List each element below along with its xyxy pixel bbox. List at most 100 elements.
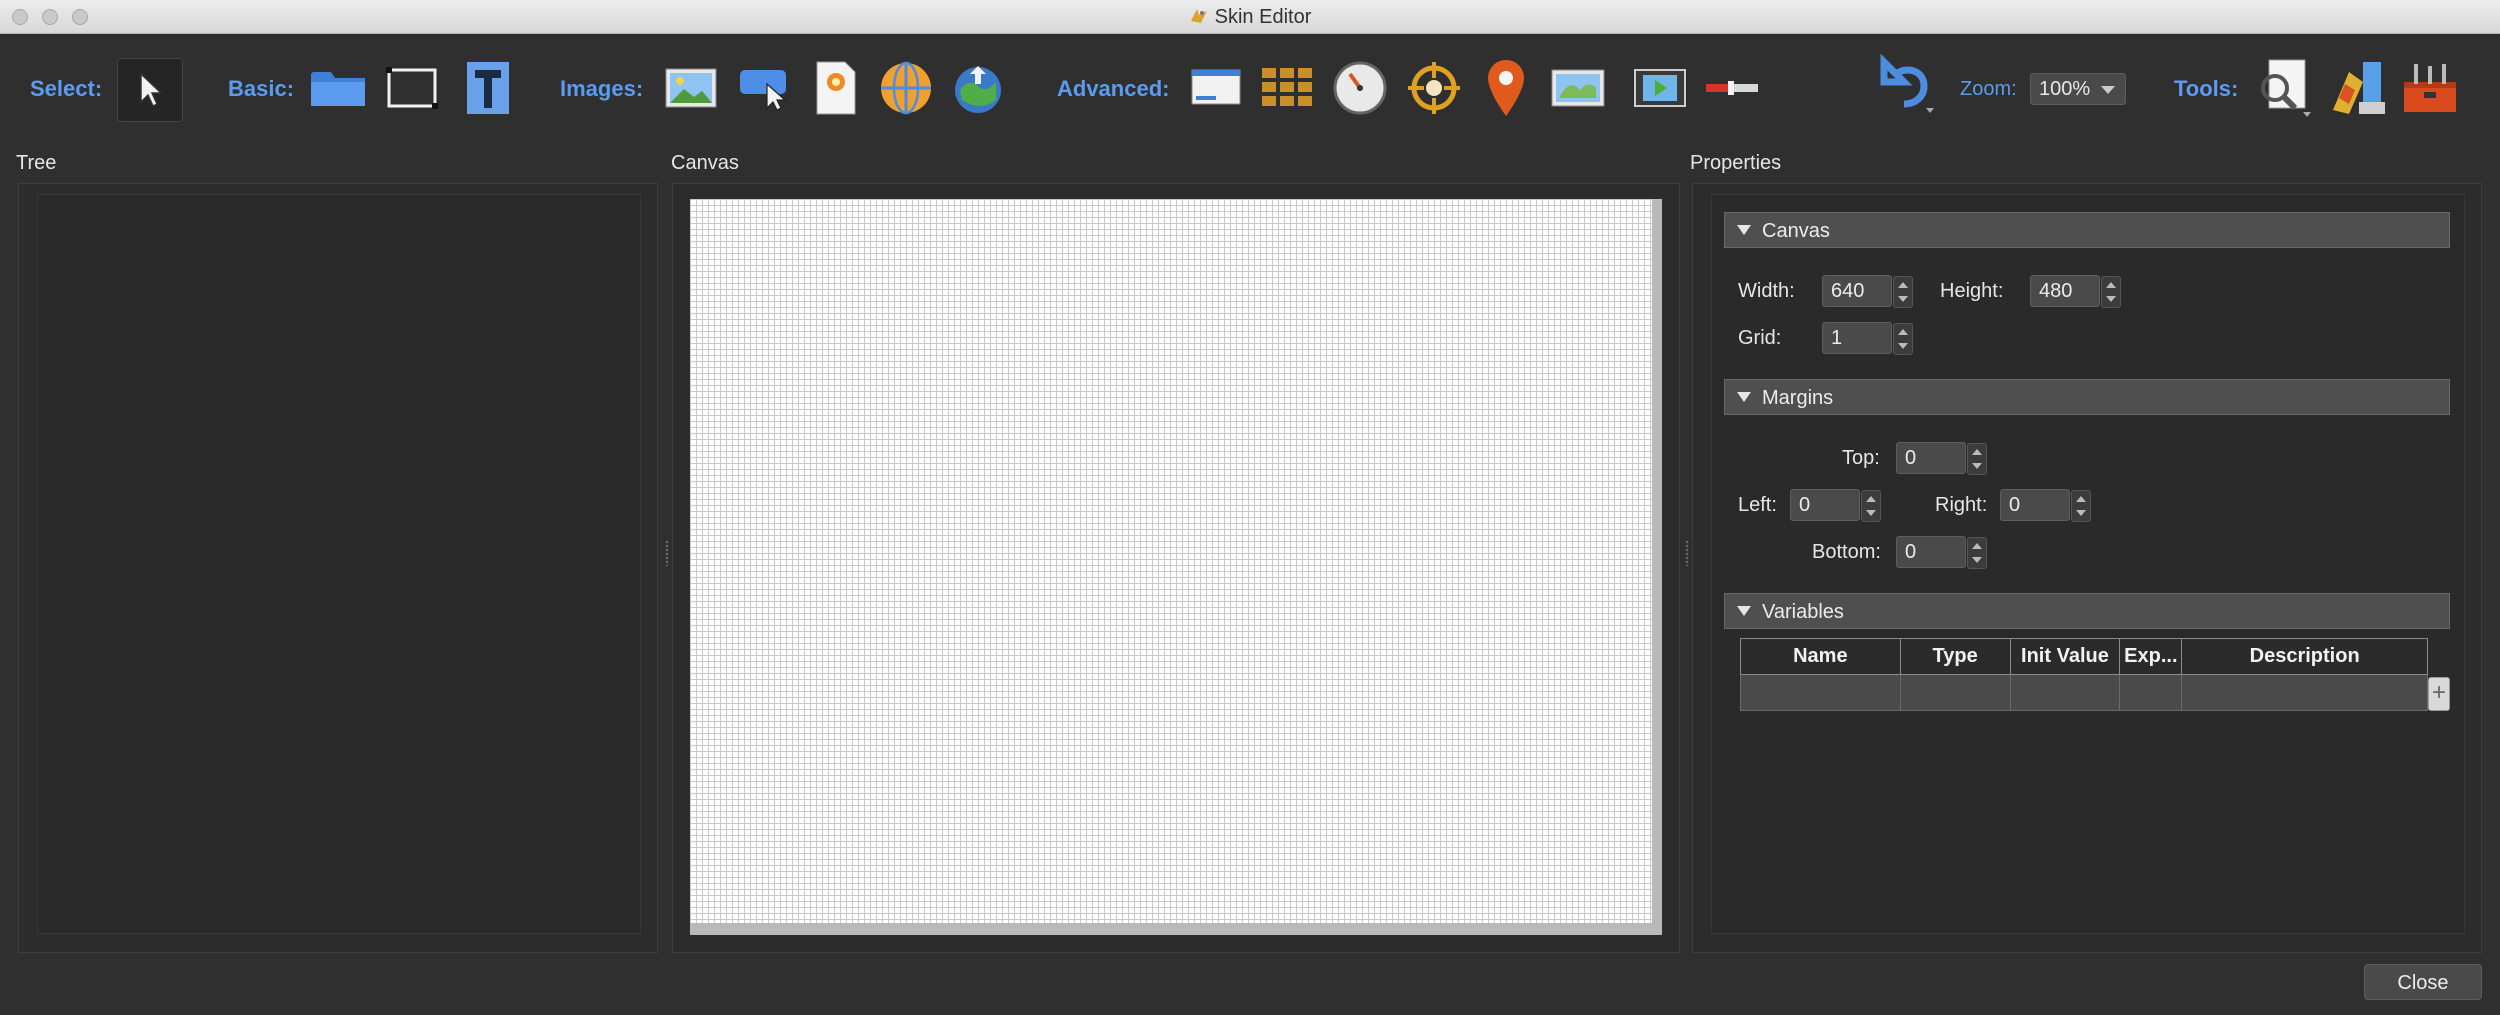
triangle-down-icon [1737, 606, 1751, 616]
height-field[interactable]: 480 [2030, 275, 2121, 308]
image-button-tool-button[interactable] [734, 58, 794, 118]
arrow-down-icon [1866, 510, 1876, 516]
images-label: Images: [560, 76, 644, 101]
gauge-tool-button[interactable] [1330, 58, 1390, 118]
scrollbar-icon [1706, 81, 1758, 95]
grid-icon [1262, 68, 1312, 106]
column-header-description[interactable]: Description [2181, 638, 2428, 675]
table-cell[interactable] [2119, 674, 2183, 711]
window-tool-button[interactable] [1186, 58, 1246, 118]
map-pin-tool-button[interactable] [1476, 58, 1536, 118]
select-tool-button[interactable] [117, 58, 183, 122]
add-variable-button[interactable]: + [2428, 677, 2450, 711]
image-tool-button[interactable] [661, 58, 721, 118]
tree-panel-title: Tree [16, 152, 57, 174]
arrow-up-icon [2076, 496, 2086, 502]
arrow-up-icon [1972, 543, 1982, 549]
zoom-select[interactable]: 100% [2030, 73, 2126, 105]
advanced-label: Advanced: [1057, 76, 1170, 101]
right-margin-field[interactable]: 0 [2000, 489, 2091, 522]
arrow-down-icon [1898, 296, 1908, 302]
table-cell[interactable] [1899, 674, 2011, 711]
table-cell[interactable] [1740, 674, 1901, 711]
height-value: 480 [2039, 280, 2073, 302]
arrow-up-icon [1898, 329, 1908, 335]
column-header-exp[interactable]: Exp... [2119, 638, 2183, 675]
variables-section-header[interactable]: Variables [1724, 593, 2450, 629]
crosshair-tool-button[interactable] [1404, 58, 1464, 118]
undo-button[interactable] [1880, 53, 1940, 114]
canvas-panel-title: Canvas [671, 152, 739, 174]
triangle-down-icon [1737, 225, 1751, 235]
variables-table[interactable]: Name Type Init Value Exp... Description [1740, 638, 2428, 711]
crosshair-icon [1408, 62, 1460, 114]
plus-icon: + [2431, 679, 2446, 706]
close-button[interactable]: Close [2364, 964, 2482, 1000]
magnifier-document-icon [2261, 59, 2311, 117]
zoom-value: 100% [2039, 78, 2091, 100]
arrow-down-icon [2106, 296, 2116, 302]
window-icon [1191, 69, 1241, 105]
svg-tool-button[interactable] [806, 58, 866, 118]
right-splitter-handle[interactable] [1685, 540, 1689, 566]
canvas-scroll-area[interactable] [690, 199, 1662, 935]
map-tool-button[interactable] [1548, 58, 1608, 118]
table-cell[interactable] [2009, 674, 2121, 711]
window-title-text: Skin Editor [1214, 6, 1312, 28]
height-stepper[interactable] [2101, 276, 2121, 308]
select-label: Select: [30, 76, 103, 101]
top-stepper[interactable] [1967, 443, 1987, 475]
paint-palette-icon [2333, 62, 2385, 114]
column-header-name[interactable]: Name [1740, 638, 1901, 675]
width-value: 640 [1831, 280, 1865, 302]
tools-toolbox-button[interactable] [2400, 58, 2460, 118]
arrow-down-icon [1972, 463, 1982, 469]
gauge-icon [1333, 61, 1387, 115]
left-stepper[interactable] [1861, 490, 1881, 522]
right-stepper[interactable] [2071, 490, 2091, 522]
arrow-down-icon [2076, 510, 2086, 516]
text-icon [467, 62, 509, 114]
margins-section-header[interactable]: Margins [1724, 379, 2450, 415]
left-splitter-handle[interactable] [665, 540, 669, 566]
scrollbar-tool-button[interactable] [1702, 58, 1762, 118]
button-cursor-icon [740, 70, 787, 111]
variables-section-label: Variables [1762, 601, 1844, 623]
arrow-down-icon [1972, 557, 1982, 563]
bottom-stepper[interactable] [1967, 537, 1987, 569]
video-tool-button[interactable] [1630, 58, 1690, 118]
text-tool-button[interactable] [458, 58, 518, 118]
bottom-margin-field[interactable]: 0 [1896, 536, 1987, 569]
table-cell[interactable] [2181, 674, 2428, 711]
undo-icon [1880, 53, 1934, 113]
column-header-init-value[interactable]: Init Value [2009, 638, 2121, 675]
title-bar: Skin Editor [0, 0, 2500, 34]
grid-value: 1 [1831, 327, 1843, 349]
grid-field[interactable]: 1 [1822, 322, 1913, 355]
canvas-section-header[interactable]: Canvas [1724, 212, 2450, 248]
width-stepper[interactable] [1893, 276, 1913, 308]
arrow-down-icon [1898, 343, 1908, 349]
tools-inspect-button[interactable] [2254, 58, 2314, 118]
width-field[interactable]: 640 [1822, 275, 1913, 308]
rectangle-tool-button[interactable] [382, 58, 442, 118]
left-margin-field[interactable]: 0 [1790, 489, 1881, 522]
folder-icon [311, 72, 365, 106]
app-icon [1189, 7, 1209, 25]
arrow-up-icon [1866, 496, 1876, 502]
grid-label: Grid: [1738, 327, 1782, 349]
grid-tool-button[interactable] [1258, 58, 1318, 118]
table-row[interactable] [1740, 674, 2428, 711]
grid-stepper[interactable] [1893, 323, 1913, 355]
top-value: 0 [1905, 447, 1917, 469]
canvas-grid[interactable] [690, 199, 1652, 923]
panorama-tool-button[interactable] [876, 58, 936, 118]
hotspot-tool-button[interactable] [948, 58, 1008, 118]
tools-theme-button[interactable] [2328, 58, 2388, 118]
container-tool-button[interactable] [308, 58, 368, 118]
tree-view[interactable] [37, 194, 641, 934]
top-margin-field[interactable]: 0 [1896, 442, 1987, 475]
bottom-label: Bottom: [1812, 541, 1881, 563]
column-header-type[interactable]: Type [1899, 638, 2011, 675]
tree-panel [18, 183, 658, 953]
